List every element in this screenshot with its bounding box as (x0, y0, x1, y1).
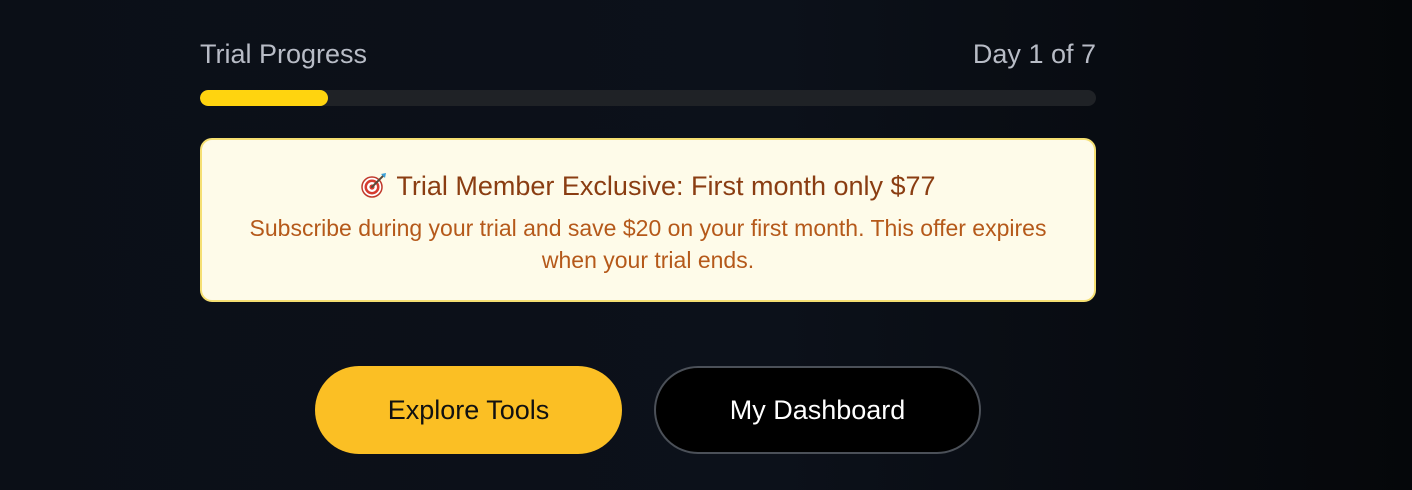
offer-banner: Trial Member Exclusive: First month only… (200, 138, 1096, 302)
offer-title-row: Trial Member Exclusive: First month only… (202, 168, 1094, 204)
explore-tools-button[interactable]: Explore Tools (315, 366, 622, 454)
target-dart-icon (360, 171, 388, 199)
trial-progress-section: Trial Progress Day 1 of 7 Trial Member E… (0, 0, 1412, 490)
progress-label: Trial Progress (200, 39, 368, 69)
my-dashboard-button[interactable]: My Dashboard (654, 366, 981, 454)
progress-bar-fill (200, 90, 329, 106)
progress-bar-track (200, 90, 1096, 106)
progress-day-counter: Day 1 of 7 (972, 39, 1096, 69)
offer-title: Trial Member Exclusive: First month only… (396, 171, 936, 201)
offer-description: Subscribe during your trial and save $20… (249, 215, 1047, 273)
